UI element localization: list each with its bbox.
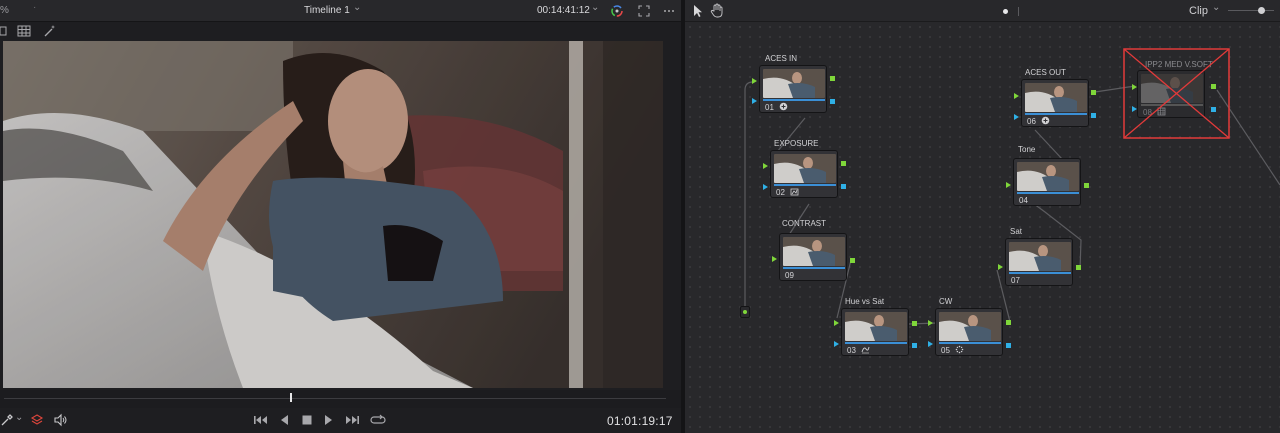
- scrubber-bar[interactable]: [0, 390, 681, 408]
- stop-icon[interactable]: [301, 414, 313, 426]
- playhead[interactable]: [290, 393, 292, 402]
- viewer-panel: % · Timeline 1 ⌄ 00:14:41:12 ⌄ ⌄ 01:01:1…: [0, 0, 681, 433]
- record-timecode: 01:01:19:17: [607, 414, 673, 428]
- scrubber-track[interactable]: [4, 398, 666, 399]
- play-reverse-icon[interactable]: [279, 414, 291, 426]
- layers-icon[interactable]: [30, 413, 44, 427]
- split-view-icon[interactable]: [17, 25, 31, 37]
- color-wheel-icon[interactable]: [610, 4, 624, 18]
- skip-forward-icon[interactable]: [344, 414, 360, 426]
- single-view-icon[interactable]: [0, 25, 8, 37]
- picker-icon[interactable]: [0, 413, 14, 427]
- play-icon[interactable]: [322, 414, 334, 426]
- viewer-image[interactable]: [3, 41, 663, 388]
- magic-wand-icon[interactable]: [43, 24, 57, 38]
- source-timecode: 00:14:41:12: [537, 5, 590, 16]
- zoom-caret-icon[interactable]: ·: [33, 2, 36, 13]
- skip-back-icon[interactable]: [253, 414, 269, 426]
- more-options-icon[interactable]: [662, 4, 676, 18]
- transport-controls: ⌄ 01:01:19:17: [0, 408, 681, 433]
- timeline-selector[interactable]: Timeline 1: [304, 5, 350, 16]
- picker-options-chevron-icon[interactable]: ⌄: [15, 412, 23, 423]
- video-frame: [3, 41, 663, 388]
- chevron-down-icon[interactable]: ⌄: [353, 2, 361, 13]
- viewer-tools: [0, 22, 681, 40]
- node-editor[interactable]: Clip ⌄ ACES IN 01 EXPOSURE 02 CONTRAST 0…: [685, 0, 1280, 433]
- viewer-header: % · Timeline 1 ⌄ 00:14:41:12 ⌄: [0, 0, 681, 22]
- speaker-icon[interactable]: [53, 413, 67, 427]
- expand-icon[interactable]: [637, 4, 651, 18]
- timecode-options-chevron-icon[interactable]: ⌄: [591, 2, 599, 13]
- zoom-level[interactable]: %: [0, 5, 9, 16]
- loop-icon[interactable]: [370, 413, 386, 427]
- node-ports: [752, 76, 1216, 348]
